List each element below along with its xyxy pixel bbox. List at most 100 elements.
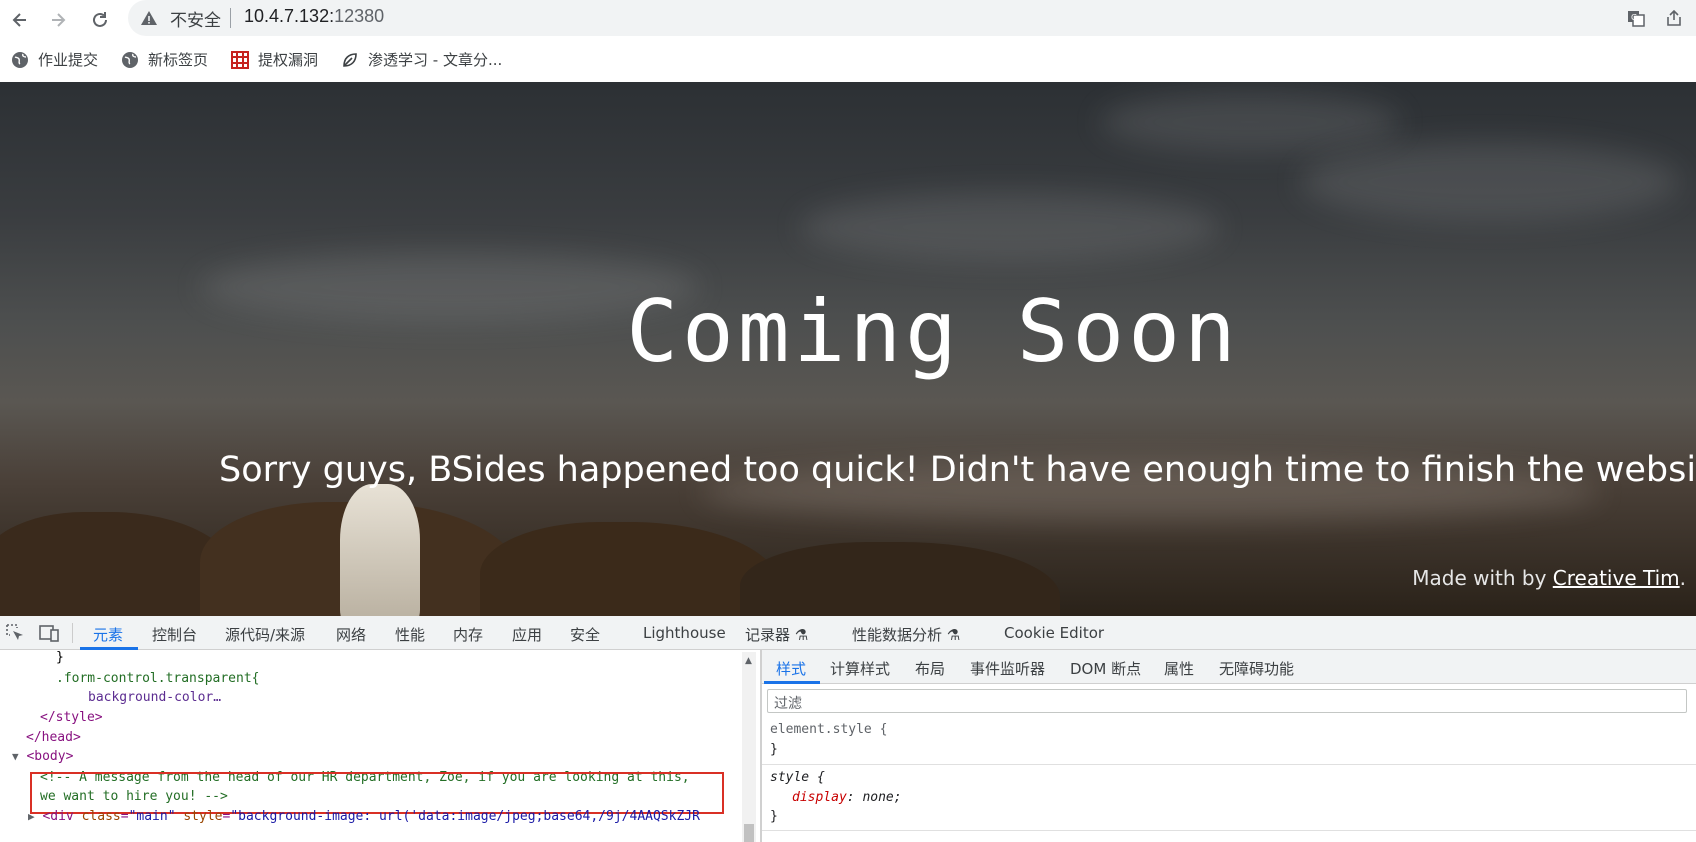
warning-icon[interactable] — [140, 9, 158, 27]
globe-icon — [10, 50, 30, 70]
attr-name: style — [183, 809, 223, 824]
styles-tabbar: 样式 计算样式 布局 事件监听器 DOM 断点 属性 无障碍功能 — [762, 650, 1696, 684]
bookmark-label: 作业提交 — [38, 51, 99, 69]
cloud-decoration — [800, 192, 1220, 262]
url-host: 10.4.7.132: — [244, 6, 335, 26]
bookmarks-bar: 作业提交 新标签页 提权漏洞 渗透学习 - 文章分... — [0, 40, 1696, 82]
flask-icon: ⚗ — [794, 626, 809, 644]
credit-suffix: . — [1679, 566, 1686, 590]
reload-icon[interactable] — [86, 6, 114, 34]
bookmark-label: 渗透学习 - 文章分... — [368, 51, 503, 69]
styles-pane: element.style { } style { display: none;… — [762, 716, 1696, 842]
css-rule-selector[interactable]: style { — [770, 770, 825, 785]
div-tag: <div — [42, 809, 82, 824]
rock-decoration — [740, 542, 1060, 616]
tab-memory[interactable]: 内存 — [453, 624, 483, 645]
tab-accessibility[interactable]: 无障碍功能 — [1219, 658, 1294, 679]
inspect-element-icon[interactable] — [4, 622, 26, 644]
expand-triangle-icon[interactable]: ▶ — [28, 810, 35, 823]
page-subtitle: Sorry guys, BSides happened too quick! D… — [219, 450, 1696, 490]
tab-event-listeners[interactable]: 事件监听器 — [970, 658, 1045, 679]
tab-computed[interactable]: 计算样式 — [830, 658, 890, 679]
globe-icon — [120, 50, 140, 70]
tab-lighthouse[interactable]: Lighthouse — [643, 624, 726, 642]
url-text[interactable]: 10.4.7.132:12380 — [244, 6, 384, 27]
translate-icon[interactable]: G — [1624, 6, 1648, 30]
scroll-up-icon[interactable]: ▲ — [745, 656, 752, 666]
collapse-triangle-icon[interactable]: ▼ — [12, 750, 19, 763]
code-line[interactable]: } — [56, 650, 64, 665]
code-line[interactable]: </head> — [26, 730, 81, 745]
robed-figure — [340, 484, 420, 616]
attr-name: class — [81, 809, 121, 824]
credit-prefix: Made with by — [1412, 566, 1553, 590]
tab-elements[interactable]: 元素 — [93, 624, 123, 645]
code-line[interactable]: background-color… — [88, 690, 221, 705]
security-status: 不安全 — [170, 11, 221, 31]
bookmark-item[interactable]: 作业提交 — [10, 49, 98, 70]
back-arrow-icon[interactable] — [6, 6, 34, 34]
address-bar[interactable]: 不安全 10.4.7.132:12380 G — [128, 0, 1696, 36]
grid-icon — [230, 50, 250, 70]
share-icon[interactable] — [1662, 6, 1686, 30]
css-rule-selector[interactable]: element.style { — [770, 722, 887, 737]
attr-value: "background-image: url('data:image/jpeg;… — [230, 809, 700, 824]
tab-performance-insights[interactable]: 性能数据分析 ⚗ — [852, 624, 960, 645]
tab-console[interactable]: 控制台 — [152, 624, 197, 645]
tab-sources[interactable]: 源代码/来源 — [225, 624, 305, 645]
hero-section: Coming Soon Sorry guys, BSides happened … — [0, 82, 1696, 616]
tab-performance[interactable]: 性能 — [395, 624, 425, 645]
css-property: display — [792, 790, 847, 805]
code-line[interactable]: </style> — [40, 710, 103, 725]
code-line[interactable]: .form-control.transparent{ — [56, 671, 260, 686]
tab-properties[interactable]: 属性 — [1164, 658, 1194, 679]
tab-recorder-label: 记录器 — [745, 626, 791, 644]
tab-cookie-editor[interactable]: Cookie Editor — [1004, 624, 1104, 642]
leaf-icon — [340, 50, 360, 70]
forward-arrow-icon[interactable] — [44, 6, 72, 34]
browser-toolbar: 不安全 10.4.7.132:12380 G — [0, 0, 1696, 40]
scrollbar-thumb[interactable] — [744, 824, 754, 842]
credit-text: Made with by Creative Tim. — [1412, 566, 1686, 590]
divider — [72, 623, 73, 643]
css-value: : none; — [846, 790, 902, 805]
rock-decoration — [480, 522, 780, 616]
bookmark-item[interactable]: 渗透学习 - 文章分... — [340, 49, 502, 70]
styles-filter-input[interactable]: 过滤 — [767, 689, 1687, 713]
bookmark-label: 提权漏洞 — [258, 51, 319, 69]
elements-panel: } .form-control.transparent{ background-… — [0, 650, 740, 842]
tab-styles[interactable]: 样式 — [776, 658, 806, 679]
css-declaration[interactable]: display: none; — [792, 790, 902, 805]
divider — [762, 764, 1696, 765]
tab-layout[interactable]: 布局 — [915, 658, 945, 679]
divider — [230, 8, 231, 28]
tab-network[interactable]: 网络 — [336, 624, 366, 645]
active-tab-indicator — [764, 681, 820, 684]
code-line[interactable]: ▼ <body> — [12, 749, 73, 764]
creative-tim-link[interactable]: Creative Tim — [1553, 566, 1680, 590]
tab-dom-breakpoints[interactable]: DOM 断点 — [1070, 658, 1141, 679]
comment-highlight-box — [30, 772, 724, 814]
attr-value: "main" — [128, 809, 176, 824]
css-rule-close: } — [770, 809, 778, 824]
url-port: 12380 — [334, 6, 385, 26]
tab-performance-insights-label: 性能数据分析 — [852, 626, 943, 644]
devtools-tabbar: 元素 控制台 源代码/来源 网络 性能 内存 应用 安全 Lighthouse … — [0, 616, 1696, 650]
divider — [762, 830, 1696, 831]
cloud-decoration — [1100, 92, 1400, 152]
svg-text:G: G — [1631, 13, 1637, 22]
body-tag: <body> — [26, 749, 74, 764]
page-title: Coming Soon — [626, 282, 1240, 382]
tab-application[interactable]: 应用 — [512, 624, 542, 645]
cloud-decoration — [1300, 142, 1680, 222]
tab-security[interactable]: 安全 — [570, 624, 600, 645]
code-line[interactable]: ▶ <div class="main" style="background-im… — [28, 809, 700, 824]
css-rule-close: } — [770, 742, 778, 757]
bookmark-item[interactable]: 新标签页 — [120, 49, 208, 70]
device-toggle-icon[interactable] — [38, 622, 60, 644]
tab-recorder[interactable]: 记录器 ⚗ — [745, 624, 808, 645]
scrollbar-track[interactable] — [742, 652, 756, 842]
bookmark-item[interactable]: 提权漏洞 — [230, 49, 318, 70]
bookmark-label: 新标签页 — [148, 51, 209, 69]
flask-icon: ⚗ — [946, 626, 961, 644]
